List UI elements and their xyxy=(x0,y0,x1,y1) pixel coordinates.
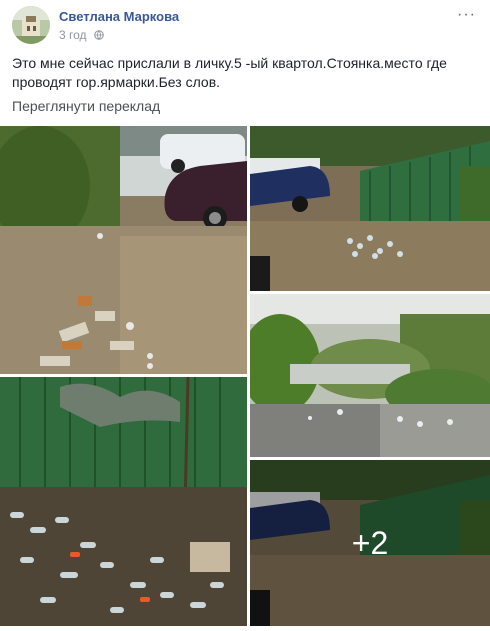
post-photo-3[interactable] xyxy=(250,294,490,457)
globe-icon xyxy=(94,30,104,40)
post-photo-1[interactable] xyxy=(0,126,247,374)
feed-post: Светлана Маркова 3 год ··· Это мне сейча… xyxy=(0,0,490,631)
author-name[interactable]: Светлана Маркова xyxy=(59,9,179,24)
post-photo-2[interactable] xyxy=(250,126,490,291)
post-photo-4[interactable] xyxy=(0,377,247,626)
post-timestamp[interactable]: 3 год xyxy=(59,28,87,42)
more-photos-overlay[interactable]: +2 xyxy=(250,460,490,626)
post-text: Это мне сейчас прислали в личку.5 -ый кв… xyxy=(12,55,447,90)
more-photos-count: +2 xyxy=(351,524,389,561)
post-photo-5[interactable]: +2 xyxy=(250,460,490,626)
avatar[interactable] xyxy=(12,6,50,44)
post-time[interactable]: 3 год xyxy=(59,28,104,42)
more-options-icon[interactable]: ··· xyxy=(457,6,476,24)
see-translation-link[interactable]: Переглянути переклад xyxy=(12,98,160,114)
